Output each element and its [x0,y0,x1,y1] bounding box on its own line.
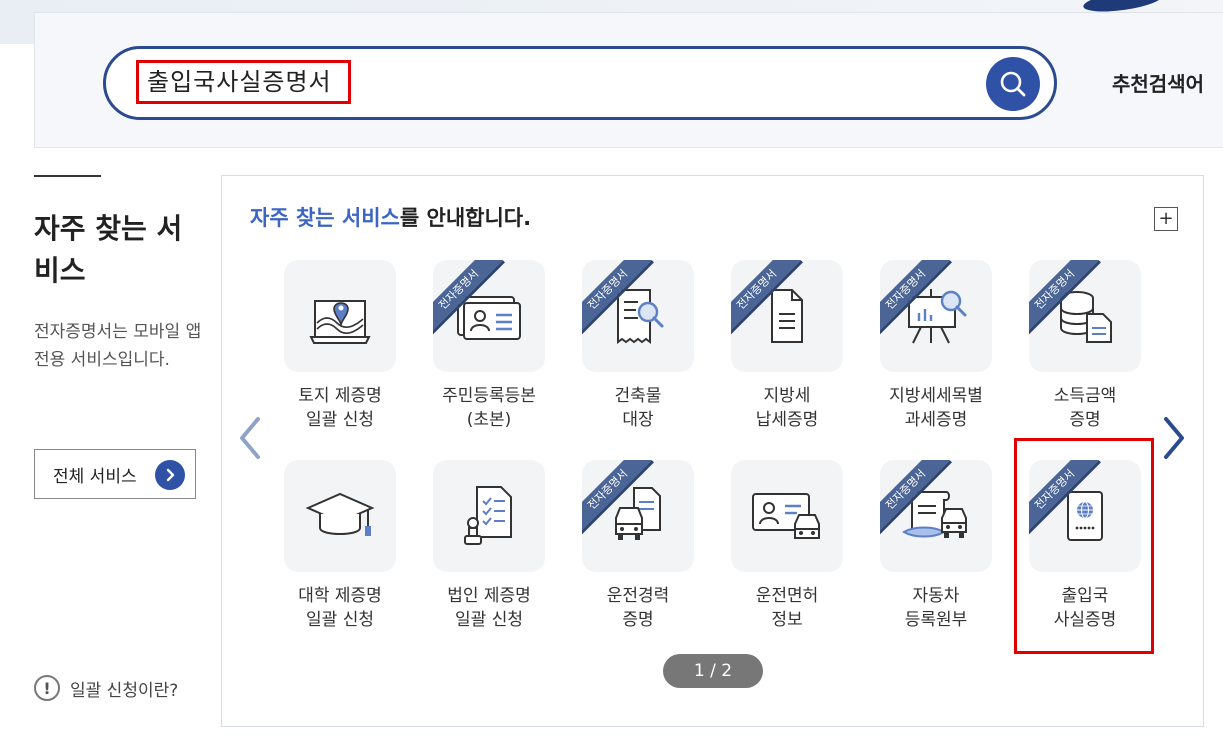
service-label: 지방세 납세증명 [755,386,819,430]
service-tile[interactable] [284,460,396,572]
next-arrow-button[interactable] [1160,413,1190,467]
section-title: 자주 찾는 서비스 [34,212,183,287]
info-exclamation-icon: ! [34,675,60,701]
arrow-right-icon [155,460,185,490]
service-tile[interactable] [433,460,545,572]
annotation-highlight-box [1014,438,1154,654]
prev-arrow-button[interactable] [234,413,264,467]
batch-help-link[interactable]: ! 일괄 신청이란? [34,675,178,701]
service-tile[interactable]: 전자증명서 [433,260,545,372]
panel-title-rest: 를 안내합니다. [399,206,532,230]
service-label: 건축물 대장 [614,386,662,430]
all-services-label: 전체 서비스 [53,466,137,487]
service-label: 운전경력 증명 [606,586,670,630]
service-label: 주민등록등본 (초본) [442,386,536,430]
service-label: 지방세세목별 과세증명 [889,386,983,430]
service-tile[interactable]: 전자증명서 [880,460,992,572]
search-icon [1000,71,1026,97]
service-tile[interactable]: 전자증명서 [731,260,843,372]
service-tile[interactable] [731,460,843,572]
batch-help-label: 일괄 신청이란? [70,680,179,701]
service-item-land-certificates[interactable]: 토지 제증명 일괄 신청 [270,260,410,432]
section-divider [34,175,101,177]
license-car-icon [752,493,820,539]
panel-title: 자주 찾는 서비스를 안내합니다. [250,202,531,232]
chevron-right-icon [1164,417,1184,459]
search-input[interactable]: 출입국사실증명서 [103,46,1057,120]
service-label: 자동차 등록원부 [904,586,968,630]
stamp-checklist-icon [464,486,512,545]
chevron-left-icon [240,417,260,459]
service-item-university-certificates[interactable]: 대학 제증명 일괄 신청 [270,460,410,632]
service-item-resident-register[interactable]: 전자증명서 주민등록등본 (초본) [419,260,559,432]
service-tile[interactable]: 전자증명서 [582,460,694,572]
service-label: 소득금액 증명 [1053,386,1117,430]
all-services-button[interactable]: 전체 서비스 [34,449,196,499]
search-query-text[interactable]: 출입국사실증명서 [136,60,351,104]
more-button[interactable]: + [1154,207,1178,231]
graduation-cap-icon [305,492,375,536]
search-button[interactable] [986,57,1040,111]
service-label: 운전면허 정보 [755,586,819,630]
service-label: 법인 제증명 일괄 신청 [447,586,531,630]
recommended-keywords-label[interactable]: 추천검색어 [1112,68,1204,97]
search-panel: 출입국사실증명서 추천검색어 [34,12,1223,148]
panel-title-highlight: 자주 찾는 서비스 [250,206,400,230]
service-item-driving-career[interactable]: 전자증명서 운전경력 증명 [568,460,708,632]
service-tile[interactable]: 전자증명서 [582,260,694,372]
service-item-building-register[interactable]: 전자증명서 건축물 대장 [568,260,708,432]
service-item-local-tax-payment[interactable]: 전자증명서 지방세 납세증명 [717,260,857,432]
service-tile[interactable]: 전자증명서 [880,260,992,372]
service-tile[interactable] [284,260,396,372]
service-item-vehicle-registration[interactable]: 전자증명서 자동차 등록원부 [866,460,1006,632]
page-indicator: 1 / 2 [663,654,763,688]
service-label: 대학 제증명 일괄 신청 [298,586,382,630]
frequent-services-panel: 자주 찾는 서비스를 안내합니다. + 토지 제증명 일괄 신청 전자증명서 주… [221,175,1204,727]
service-item-income-amount[interactable]: 전자증명서 소득금액 증명 [1015,260,1155,432]
service-label: 토지 제증명 일괄 신청 [298,386,382,430]
section-description: 전자증명서는 모바일 앱 전용 서비스입니다. [34,322,202,370]
service-item-corporate-certificates[interactable]: 법인 제증명 일괄 신청 [419,460,559,632]
service-item-local-tax-itemized[interactable]: 전자증명서 지방세세목별 과세증명 [866,260,1006,432]
service-tile[interactable]: 전자증명서 [1029,260,1141,372]
service-item-driver-license[interactable]: 운전면허 정보 [717,460,857,632]
land-map-icon [309,300,371,344]
